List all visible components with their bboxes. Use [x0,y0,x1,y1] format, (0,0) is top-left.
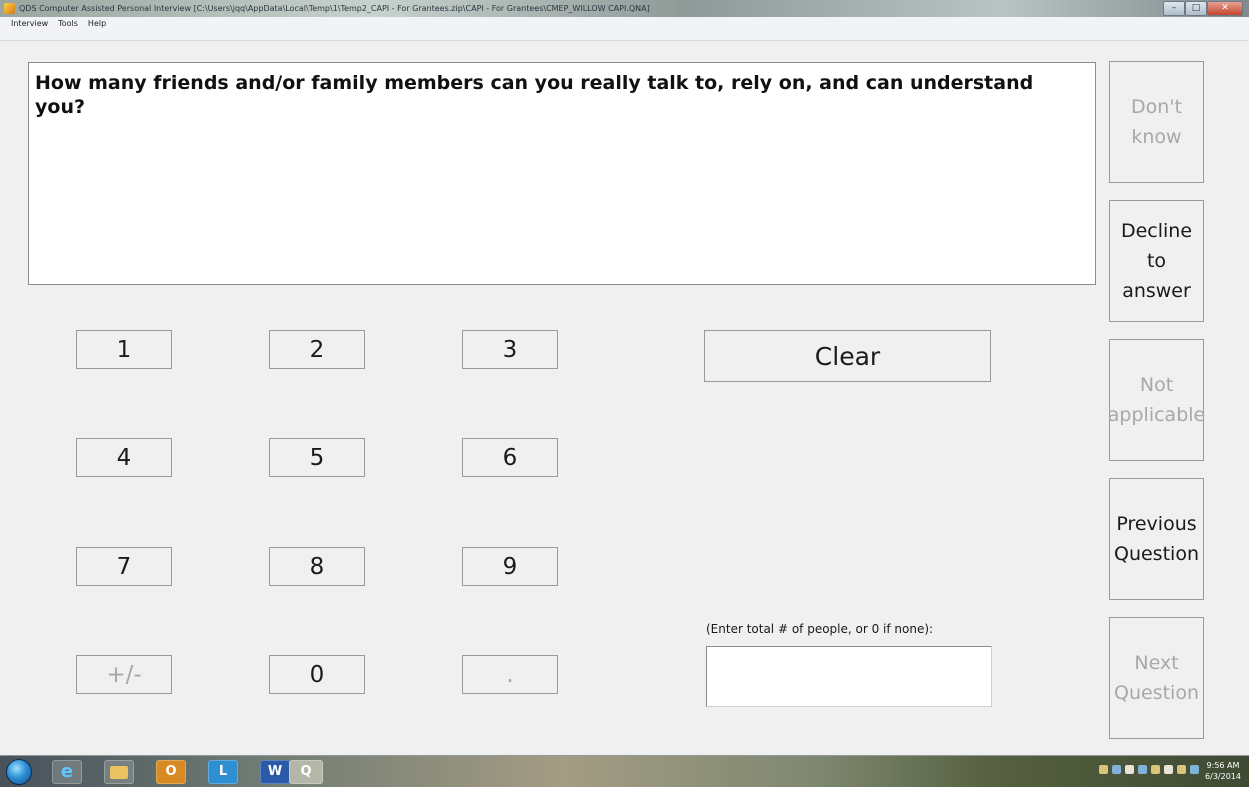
clock-date: 6/3/2014 [1205,772,1241,781]
outlook-icon[interactable]: O [156,760,186,784]
menu-interview[interactable]: Interview [6,17,53,31]
not-applicable-button[interactable]: Not applicable [1108,339,1205,461]
question-box: How many friends and/or family members c… [28,62,1096,285]
key-0-button[interactable]: 0 [269,655,365,694]
window-controls: – □ ✕ [1163,1,1243,16]
key-5-button[interactable]: 5 [269,438,365,477]
tray-icon[interactable] [1190,765,1199,774]
key-4-button[interactable]: 4 [76,438,172,477]
taskbar: O L W Q 9:56 AM 6/3/2014 [0,755,1249,787]
question-text: How many friends and/or family members c… [35,72,1034,118]
key-7-button[interactable]: 7 [76,547,172,586]
taskbar-app-icon[interactable]: Q [289,760,323,784]
answer-hint: (Enter total # of people, or 0 if none): [706,622,934,636]
system-tray [1099,765,1199,774]
tray-icon[interactable] [1177,765,1186,774]
key-9-button[interactable]: 9 [462,547,558,586]
tray-icon[interactable] [1099,765,1108,774]
tray-icon[interactable] [1125,765,1134,774]
key-8-button[interactable]: 8 [269,547,365,586]
sign-toggle-button[interactable]: +/- [76,655,172,694]
key-1-button[interactable]: 1 [76,330,172,369]
tray-icon[interactable] [1164,765,1173,774]
decline-to-answer-button[interactable]: Decline to answer [1109,200,1204,322]
key-6-button[interactable]: 6 [462,438,558,477]
key-2-button[interactable]: 2 [269,330,365,369]
clock[interactable]: 9:56 AM 6/3/2014 [1203,760,1243,782]
previous-question-button[interactable]: Previous Question [1109,478,1204,600]
internet-explorer-icon[interactable] [52,760,82,784]
menu-tools[interactable]: Tools [53,17,83,31]
clear-button[interactable]: Clear [704,330,991,382]
dont-know-button[interactable]: Don't know [1109,61,1204,183]
tray-icon[interactable] [1151,765,1160,774]
title-bar: QDS Computer Assisted Personal Interview… [0,0,1249,17]
close-button[interactable]: ✕ [1207,1,1243,16]
next-question-button[interactable]: Next Question [1109,617,1204,739]
windows-start-icon[interactable] [6,759,32,785]
app-icon [4,3,15,14]
menu-bar: Interview Tools Help [0,17,1249,41]
interview-panel: How many friends and/or family members c… [6,41,1243,755]
window-title: QDS Computer Assisted Personal Interview… [19,4,650,13]
tray-icon[interactable] [1112,765,1121,774]
maximize-button[interactable]: □ [1185,1,1207,16]
key-3-button[interactable]: 3 [462,330,558,369]
lync-icon[interactable]: L [208,760,238,784]
folder-icon[interactable] [104,760,134,784]
menu-help[interactable]: Help [83,17,111,31]
clock-time: 9:56 AM [1206,761,1240,770]
tray-icon[interactable] [1138,765,1147,774]
minimize-button[interactable]: – [1163,1,1185,16]
word-icon[interactable]: W [260,760,290,784]
decimal-button[interactable]: . [462,655,558,694]
answer-input[interactable] [706,646,992,707]
